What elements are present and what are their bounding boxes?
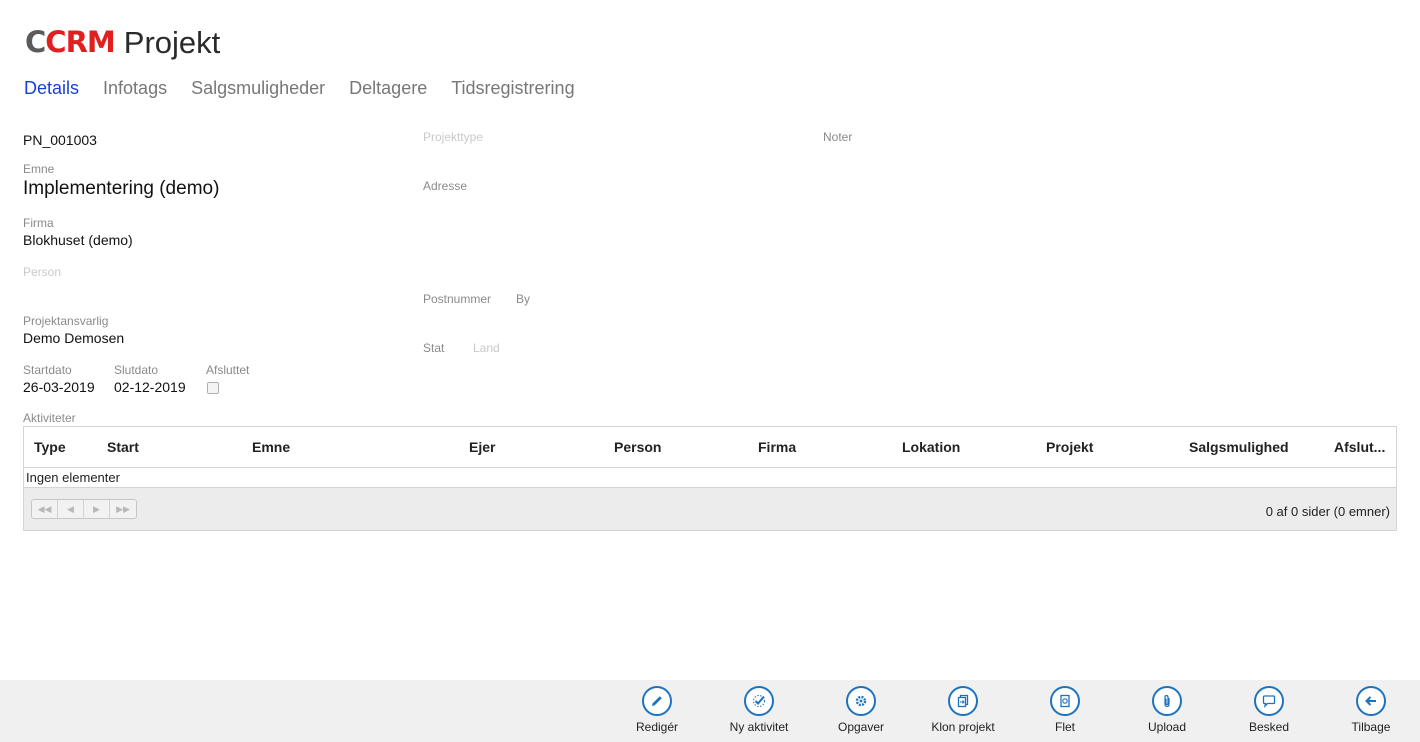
- stat-field: Stat: [423, 341, 444, 355]
- project-number: PN_001003: [23, 132, 97, 148]
- person-field: Person: [23, 265, 61, 279]
- noter-label: Noter: [823, 130, 853, 144]
- noter-field: Noter: [823, 130, 852, 144]
- project-number-field: PN_001003: [23, 130, 97, 148]
- prev-page-icon[interactable]: ◀: [58, 500, 84, 518]
- flet-label: Flet: [1054, 720, 1075, 734]
- page-title: Projekt: [123, 24, 221, 60]
- action-bar: Redigér Ny aktivitet Opgaver Klon projek…: [0, 680, 1420, 742]
- tab-infotags[interactable]: Infotags: [103, 78, 167, 99]
- column-header-person[interactable]: Person: [604, 439, 748, 455]
- arrow-left-icon: [1356, 686, 1386, 716]
- stat-label: Stat: [423, 341, 445, 355]
- column-header-firma[interactable]: Firma: [748, 439, 892, 455]
- column-header-start[interactable]: Start: [97, 439, 242, 455]
- message-bubble-icon: [1254, 686, 1284, 716]
- clone-document-icon: [948, 686, 978, 716]
- emne-value: Implementering (demo): [23, 178, 220, 199]
- postnummer-label: Postnummer: [423, 292, 492, 306]
- ny-aktivitet-label: Ny aktivitet: [729, 720, 789, 734]
- upload-button[interactable]: Upload: [1117, 686, 1217, 734]
- postnummer-field: Postnummer: [423, 292, 491, 306]
- checkmark-icon: [744, 686, 774, 716]
- projekttype-field: Projekttype: [423, 130, 483, 144]
- first-page-icon[interactable]: ◀◀: [32, 500, 58, 518]
- tab-salgsmuligheder[interactable]: Salgsmuligheder: [191, 78, 325, 99]
- app-logo: CCRM Projekt: [25, 22, 220, 62]
- column-header-ejer[interactable]: Ejer: [459, 439, 604, 455]
- tab-details[interactable]: Details: [24, 78, 79, 99]
- ansvarlig-value: Demo Demosen: [23, 330, 125, 346]
- startdato-value: 26-03-2019: [23, 379, 95, 395]
- land-field: Land: [473, 341, 500, 355]
- rediger-button[interactable]: Redigér: [607, 686, 707, 734]
- startdato-label: Startdato: [23, 363, 72, 377]
- firma-value: Blokhuset (demo): [23, 232, 133, 248]
- last-page-icon[interactable]: ▶▶: [110, 500, 136, 518]
- land-label: Land: [473, 341, 500, 355]
- column-header-projekt[interactable]: Projekt: [1036, 439, 1179, 455]
- tilbage-label: Tilbage: [1351, 720, 1391, 734]
- firma-field: Firma Blokhuset (demo): [23, 216, 133, 248]
- pager-info: 0 af 0 sider (0 emner): [1265, 503, 1390, 519]
- tab-bar: Details Infotags Salgsmuligheder Deltage…: [24, 78, 575, 99]
- next-page-icon[interactable]: ▶: [84, 500, 110, 518]
- slutdato-label: Slutdato: [114, 363, 159, 377]
- column-header-lokation[interactable]: Lokation: [892, 439, 1036, 455]
- besked-button[interactable]: Besked: [1219, 686, 1319, 734]
- activities-grid: Type Start Emne Ejer Person Firma Lokati…: [23, 426, 1397, 531]
- afsluttet-checkbox[interactable]: [207, 382, 219, 394]
- aktiviteter-label: Aktiviteter: [23, 411, 76, 425]
- column-header-emne[interactable]: Emne: [242, 439, 459, 455]
- grid-header-row: Type Start Emne Ejer Person Firma Lokati…: [24, 427, 1396, 468]
- logo-mark: CCRM: [25, 24, 116, 59]
- tab-tidsregistrering[interactable]: Tidsregistrering: [451, 78, 574, 99]
- paperclip-icon: [1152, 686, 1182, 716]
- by-field: By: [516, 292, 530, 306]
- ansvarlig-label: Projektansvarlig: [23, 314, 109, 328]
- afsluttet-label: Afsluttet: [206, 363, 250, 377]
- column-header-afsluttet[interactable]: Afslut...: [1324, 439, 1396, 455]
- column-header-salgsmulighed[interactable]: Salgsmulighed: [1179, 439, 1324, 455]
- slutdato-field: Slutdato 02-12-2019: [114, 363, 186, 395]
- flet-button[interactable]: Flet: [1015, 686, 1115, 734]
- grid-empty-message: Ingen elementer: [24, 468, 1396, 488]
- ny-aktivitet-button[interactable]: Ny aktivitet: [709, 686, 809, 734]
- merge-document-icon: [1050, 686, 1080, 716]
- opgaver-button[interactable]: Opgaver: [811, 686, 911, 734]
- klon-projekt-label: Klon projekt: [931, 720, 995, 734]
- upload-label: Upload: [1147, 720, 1187, 734]
- grid-pager: ◀◀ ◀ ▶ ▶▶ 0 af 0 sider (0 emner): [24, 488, 1396, 530]
- projekttype-label: Projekttype: [423, 130, 484, 144]
- tilbage-button[interactable]: Tilbage: [1321, 686, 1420, 734]
- startdato-field: Startdato 26-03-2019: [23, 363, 95, 395]
- tab-deltagere[interactable]: Deltagere: [349, 78, 427, 99]
- firma-label: Firma: [23, 216, 54, 230]
- pager-buttons: ◀◀ ◀ ▶ ▶▶: [31, 499, 137, 519]
- klon-projekt-button[interactable]: Klon projekt: [913, 686, 1013, 734]
- by-label: By: [516, 292, 531, 306]
- aktiviteter-field: Aktiviteter: [23, 411, 76, 425]
- gear-icon: [846, 686, 876, 716]
- emne-field: Emne Implementering (demo): [23, 162, 219, 200]
- person-label: Person: [23, 265, 62, 279]
- slutdato-value: 02-12-2019: [114, 379, 186, 395]
- adresse-field: Adresse: [423, 179, 467, 193]
- afsluttet-field: Afsluttet: [206, 363, 249, 394]
- emne-label: Emne: [23, 162, 55, 176]
- pencil-icon: [642, 686, 672, 716]
- rediger-label: Redigér: [635, 720, 679, 734]
- besked-label: Besked: [1248, 720, 1290, 734]
- ansvarlig-field: Projektansvarlig Demo Demosen: [23, 314, 124, 346]
- adresse-label: Adresse: [423, 179, 468, 193]
- opgaver-label: Opgaver: [837, 720, 885, 734]
- column-header-type[interactable]: Type: [24, 439, 97, 455]
